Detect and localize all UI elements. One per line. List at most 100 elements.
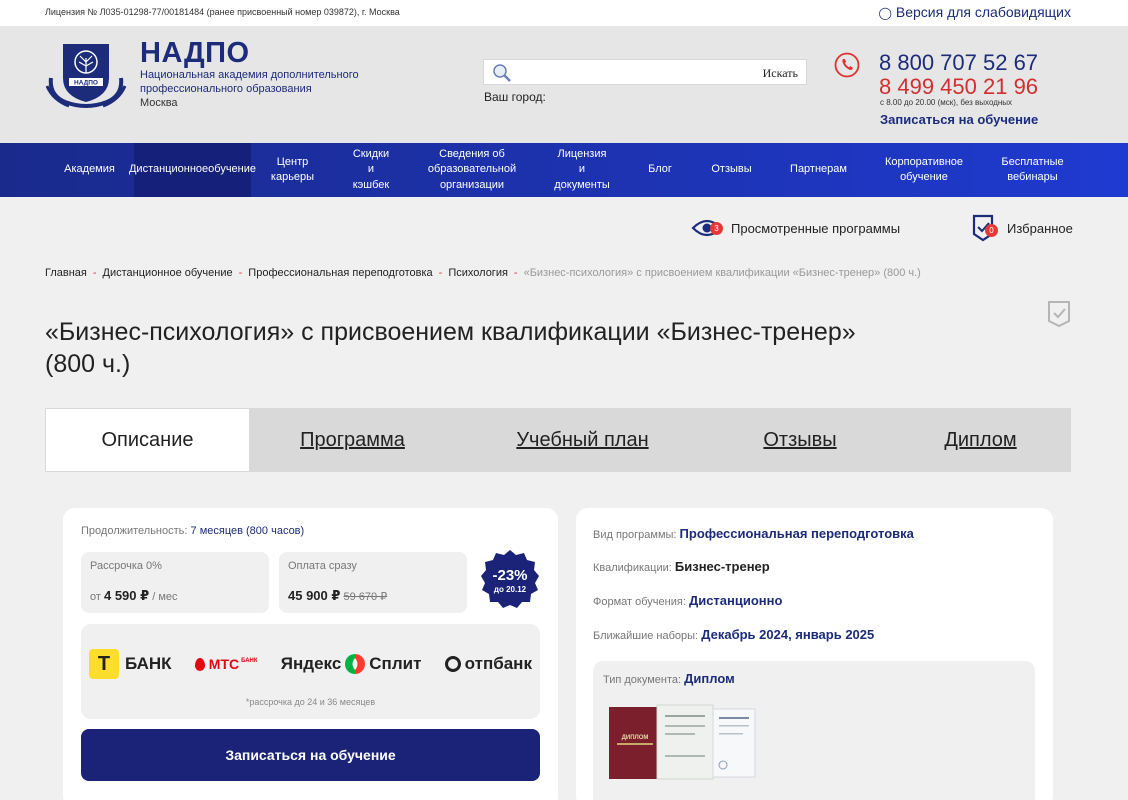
academy-logo[interactable]: НАДПО (45, 40, 127, 110)
nav-label: Бесплатные (1001, 155, 1064, 168)
breadcrumb-separator: - (92, 267, 97, 279)
nav-label: карьеры (270, 171, 315, 183)
breadcrumb-item-home[interactable]: Главная (45, 267, 87, 279)
nav-item-corporate[interactable]: Корпоративное обучение (866, 143, 982, 197)
nav-item-blog[interactable]: Блог (628, 143, 692, 197)
nav-item-career[interactable]: Центр карьеры (251, 143, 334, 197)
nav-item-discounts[interactable]: Скидки и кэшбек (334, 143, 408, 197)
otp-name: отпбанк (464, 654, 532, 673)
eye-icon: ◯ (878, 6, 892, 20)
viewed-programs[interactable]: 3 Просмотренные программы (691, 216, 900, 240)
tab-diploma[interactable]: Диплом (890, 408, 1071, 472)
breadcrumb-item-psychology[interactable]: Психология (448, 267, 508, 279)
viewed-count-badge: 3 (710, 222, 723, 235)
nav-item-organization-info[interactable]: Сведения об образовательной организации (408, 143, 536, 197)
tab-description[interactable]: Описание (45, 408, 250, 472)
search-box: Искать (483, 59, 807, 85)
enroll-link[interactable]: Записаться на обучение (880, 112, 1038, 127)
nav-item-webinars[interactable]: Бесплатные вебинары (982, 143, 1083, 197)
pricing-card: Продолжительность: 7 месяцев (800 часов)… (63, 508, 558, 800)
duration-label: Продолжительность: (81, 525, 188, 537)
document-type-label: Тип документа: (603, 674, 682, 686)
diploma-image[interactable]: ДИПЛОМ (609, 703, 759, 783)
full-payment-box[interactable]: Оплата сразу 45 900 ₽ 59 670 ₽ (279, 552, 467, 613)
tab-curriculum[interactable]: Учебный план (455, 408, 710, 472)
yandex-split-logo: Яндекс Сплит (281, 653, 422, 675)
program-type-value: Профессиональная переподготовка (679, 526, 914, 541)
nav-label: кэшбек (352, 178, 390, 191)
favorites-label: Избранное (1007, 220, 1073, 236)
header: НАДПО НАДПО Национальная академия дополн… (0, 26, 1128, 143)
nav-label: документы (554, 178, 610, 191)
nav-label: Партнерам (790, 163, 847, 176)
nav-item-partners[interactable]: Партнерам (771, 143, 866, 197)
nav-label: Центр (276, 155, 309, 168)
search-input[interactable] (516, 62, 746, 82)
search-button[interactable]: Искать (763, 66, 798, 81)
license-text: Лицензия № Л035-01298-77/00181484 (ранее… (45, 7, 400, 17)
tbank-logo: Т БАНК (89, 649, 172, 679)
study-format-value: Дистанционно (688, 593, 783, 608)
program-type: Вид программы: Профессиональная переподг… (593, 526, 914, 541)
installment-label: Рассрочка 0% (90, 560, 162, 572)
installment-amount: от 4 590 ₽ / мес (90, 588, 178, 604)
nav-item-distance-learning[interactable]: Дистанционное обучение (129, 143, 256, 197)
mts-egg-icon (194, 657, 205, 671)
add-to-favorites-icon[interactable] (1046, 300, 1072, 328)
breadcrumb: Главная - Дистанционное обучение - Профессио… (45, 267, 921, 279)
tab-program[interactable]: Программа (250, 408, 455, 472)
phone-secondary[interactable]: 8 499 450 21 96 (879, 75, 1038, 99)
split-name: Сплит (369, 654, 422, 673)
next-intake-value: Декабрь 2024, январь 2025 (701, 627, 875, 642)
program-type-label: Вид программы: (593, 529, 677, 541)
qualification-label: Квалификации: (593, 562, 672, 574)
nav-label: Скидки (352, 147, 390, 160)
full-payment-label: Оплата сразу (288, 560, 357, 572)
next-intake-label: Ближайшие наборы: (593, 630, 699, 642)
otp-icon (444, 656, 461, 672)
brand-subtitle: Национальная академия дополнительного пр… (140, 69, 359, 95)
breadcrumb-item-retraining[interactable]: Профессиональная переподготовка (248, 267, 432, 279)
nav-label: Дистанционное (128, 163, 209, 176)
enroll-button[interactable]: Записаться на обучение (81, 729, 540, 781)
breadcrumb-item-distance[interactable]: Дистанционное обучение (103, 267, 233, 279)
full-payment-amount: 45 900 ₽ 59 670 ₽ (288, 588, 387, 604)
nav-label: Блог (648, 163, 672, 176)
document-type: Тип документа: Диплом (603, 671, 735, 686)
nav-label: Сведения об (439, 147, 505, 160)
old-price: 59 670 ₽ (343, 591, 388, 603)
tab-reviews[interactable]: Отзывы (710, 408, 890, 472)
diploma-cover-text: ДИПЛОМ (622, 735, 649, 741)
mts-bank-logo: МТС БАНК (194, 656, 258, 672)
otp-bank-logo: отпбанк (444, 654, 532, 674)
nav-item-reviews[interactable]: Отзывы (692, 143, 771, 197)
nav-label: Академия (64, 163, 115, 176)
working-hours: с 8.00 до 20.00 (мск), без выходных (880, 98, 1013, 107)
full-price: 45 900 ₽ (288, 588, 341, 603)
nav-item-license[interactable]: Лицензия и документы (536, 143, 628, 197)
brand-block: НАДПО Национальная академия дополнительн… (140, 38, 390, 111)
duration: Продолжительность: 7 месяцев (800 часов) (81, 525, 304, 537)
favorites[interactable]: 0 Избранное (970, 214, 1073, 242)
installment-box[interactable]: Рассрочка 0% от 4 590 ₽ / мес (81, 552, 269, 613)
nav-label: организации (439, 178, 505, 191)
installment-price: 4 590 ₽ (103, 588, 150, 603)
low-vision-link[interactable]: ◯ Версия для слабовидящих (878, 4, 1071, 20)
breadcrumb-separator: - (513, 267, 518, 279)
installment-suffix: / мес (152, 591, 178, 603)
viewed-programs-label: Просмотренные программы (731, 220, 901, 236)
nav-label: Отзывы (711, 163, 752, 176)
next-intake: Ближайшие наборы: Декабрь 2024, январь 2… (593, 627, 874, 642)
breadcrumb-separator: - (238, 267, 243, 279)
nav-item-academy[interactable]: Академия (45, 143, 134, 197)
page-title: «Бизнес-психология» с присвоением квалиф… (45, 318, 856, 378)
mts-sub: БАНК (241, 658, 258, 664)
installment-prefix: от (90, 591, 101, 603)
qualification-value: Бизнес-тренер (674, 559, 770, 574)
installment-note: *рассрочка до 24 и 36 месяцев (245, 697, 376, 707)
phone-primary[interactable]: 8 800 707 52 67 (879, 51, 1038, 75)
nav-label: и (578, 163, 586, 176)
nav-label: обучение (208, 163, 257, 176)
city-selector[interactable]: Ваш город: (484, 90, 546, 104)
installment-partners: Т БАНК МТС БАНК Яндекс Сплит отпбанк *расс… (81, 624, 540, 719)
